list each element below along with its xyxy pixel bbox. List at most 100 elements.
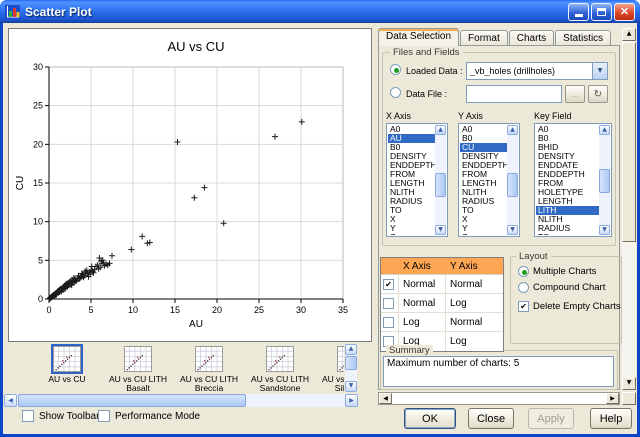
row-enabled-checkbox[interactable]: ✔	[383, 279, 394, 290]
tab-charts[interactable]: Charts	[509, 30, 554, 45]
radio-compound-chart[interactable]: Compound Chart	[518, 282, 622, 293]
scroll-thumb[interactable]	[622, 42, 636, 242]
apply-button[interactable]: Apply	[528, 408, 574, 429]
x-axis-listbox[interactable]: A0AUB0DENSITYENDDEPTHFROMLENGTHNLITHRADI…	[386, 123, 448, 237]
axis-table-row[interactable]: ✔ NormalNormal	[381, 275, 503, 294]
svg-text:30: 30	[296, 305, 306, 315]
chevron-down-icon[interactable]: ▼	[592, 63, 607, 79]
panel-hscrollbar[interactable]: ◀ ▶	[378, 392, 620, 405]
x-scale-cell[interactable]: Log	[399, 313, 446, 331]
y-axis-list-label: Y Axis	[458, 111, 483, 121]
tab-data-selection[interactable]: Data Selection	[378, 28, 459, 46]
scroll-down-icon[interactable]: ▼	[622, 377, 636, 390]
scroll-down-icon[interactable]: ▼	[345, 381, 357, 392]
help-button[interactable]: Help	[590, 408, 632, 429]
scroll-up-icon[interactable]: ▲	[345, 344, 357, 355]
scroll-thumb[interactable]	[18, 394, 246, 407]
option-label: Delete Empty Charts	[533, 301, 621, 312]
axis-table-row[interactable]: NormalLog	[381, 294, 503, 313]
show-toolbar-checkbox[interactable]	[22, 410, 34, 422]
scroll-thumb[interactable]	[435, 173, 446, 197]
scroll-right-icon[interactable]: ▶	[606, 393, 619, 404]
thumbnail-hscrollbar[interactable]: ◀ ▶	[4, 394, 358, 407]
scroll-down-icon[interactable]: ▼	[435, 225, 446, 235]
chart-panel: 05101520253035051015202530AU vs CUAUCU	[8, 28, 372, 342]
browse-button[interactable]: ...	[565, 85, 585, 103]
scroll-right-icon[interactable]: ▶	[345, 394, 358, 407]
list-item-y[interactable]: Y	[460, 224, 507, 233]
y-scale-cell[interactable]: Log	[446, 332, 503, 351]
thumbnail-au-vs-cu-lith-siltstone[interactable]: AU vs CU LITHSiltstone	[318, 344, 344, 392]
y-scale-cell[interactable]: Log	[446, 294, 503, 312]
thumbnail-caption: AU vs CU LITHBasalt	[109, 375, 167, 392]
summary-text-box[interactable]: Maximum number of charts: 5	[383, 356, 614, 387]
refresh-button[interactable]: ↻	[588, 85, 608, 103]
svg-text:AU: AU	[189, 319, 203, 330]
scroll-up-icon[interactable]: ▲	[435, 125, 446, 135]
svg-text:25: 25	[254, 305, 264, 315]
key-field-listbox[interactable]: A0B0BHIDDENSITYENDDATEENDDEPTHFROMHOLETY…	[534, 123, 612, 237]
list-item-z[interactable]: Z	[460, 233, 507, 235]
axis-scale-table: X Axis Y Axis ✔NormalNormalNormalLogLogN…	[380, 257, 504, 352]
minimize-button[interactable]	[568, 3, 589, 21]
scroll-thumb[interactable]	[599, 169, 610, 193]
key-field-list-scrollbar[interactable]: ▲ ▼	[599, 125, 610, 235]
x-scale-cell[interactable]: Normal	[399, 294, 446, 312]
checkbox-delete-empty-charts[interactable]: ✔ Delete Empty Charts	[518, 301, 622, 312]
radio-icon	[518, 282, 529, 293]
thumbnail-caption: AU vs CU LITHSandstone	[251, 375, 309, 392]
scroll-up-icon[interactable]: ▲	[507, 125, 518, 135]
thumbnail-au-vs-cu-lith-sandstone[interactable]: AU vs CU LITHSandstone	[247, 344, 313, 392]
performance-mode-checkbox[interactable]	[98, 410, 110, 422]
tab-statistics[interactable]: Statistics	[555, 30, 611, 45]
thumbnail-vscrollbar[interactable]: ▲ ▼	[345, 344, 357, 392]
list-item-y[interactable]: Y	[388, 224, 435, 233]
thumbnail-au-vs-cu-lith-breccia[interactable]: AU vs CU LITHBreccia	[176, 344, 242, 392]
y-axis-listbox[interactable]: A0B0CUDENSITYENDDEPTHFROMLENGTHNLITHRADI…	[458, 123, 520, 237]
scroll-thumb[interactable]	[507, 173, 518, 197]
scrollbar-corner	[622, 392, 636, 405]
tab-format[interactable]: Format	[460, 30, 508, 45]
y-axis-list-scrollbar[interactable]: ▲ ▼	[507, 125, 518, 235]
scroll-up-icon[interactable]: ▲	[599, 125, 610, 135]
row-enabled-checkbox[interactable]	[383, 317, 394, 328]
row-enabled-checkbox[interactable]	[383, 298, 394, 309]
close-button[interactable]: ✕	[614, 3, 635, 21]
list-item-z[interactable]: Z	[388, 233, 435, 235]
panel-vscrollbar[interactable]: ▲ ▼	[622, 28, 636, 390]
scroll-left-icon[interactable]: ◀	[379, 393, 392, 404]
radio-multiple-charts[interactable]: Multiple Charts	[518, 266, 622, 277]
data-file-label: Data File :	[406, 89, 447, 99]
y-scale-cell[interactable]: Normal	[446, 313, 503, 331]
performance-mode-label: Performance Mode	[115, 411, 200, 422]
close-button[interactable]: Close	[468, 408, 514, 429]
header-y-axis: Y Axis	[446, 261, 503, 272]
scroll-thumb[interactable]	[345, 356, 357, 370]
scroll-down-icon[interactable]: ▼	[507, 225, 518, 235]
checkbox-icon: ✔	[518, 301, 529, 312]
title-bar[interactable]: Scatter Plot ✕	[0, 0, 640, 23]
x-axis-list-scrollbar[interactable]: ▲ ▼	[435, 125, 446, 235]
close-icon: ✕	[620, 5, 629, 18]
x-scale-cell[interactable]: Normal	[399, 275, 446, 293]
mini-chart-icon	[195, 346, 223, 372]
maximize-button[interactable]	[591, 3, 612, 21]
list-item-to[interactable]: TO	[536, 233, 599, 235]
thumbnail-au-vs-cu[interactable]: AU vs CU	[34, 344, 100, 392]
ok-button[interactable]: OK	[404, 408, 456, 429]
thumbnail-au-vs-cu-lith-basalt[interactable]: AU vs CU LITHBasalt	[105, 344, 171, 392]
axis-table-row[interactable]: LogNormal	[381, 313, 503, 332]
svg-text:35: 35	[338, 305, 348, 315]
dialog-button-row: OK Close Apply Help	[404, 408, 632, 429]
data-file-input[interactable]	[466, 85, 562, 103]
loaded-data-radio[interactable]	[390, 64, 401, 75]
loaded-data-combobox[interactable]: _vb_holes (drillholes) ▼	[466, 62, 608, 80]
data-file-radio[interactable]	[390, 87, 401, 98]
svg-text:10: 10	[33, 217, 43, 227]
y-scale-cell[interactable]: Normal	[446, 275, 503, 293]
option-label: Multiple Charts	[533, 266, 596, 277]
summary-text: Maximum number of charts: 5	[387, 358, 519, 369]
scroll-up-icon[interactable]: ▲	[622, 28, 636, 41]
scroll-down-icon[interactable]: ▼	[599, 225, 610, 235]
scroll-left-icon[interactable]: ◀	[4, 394, 17, 407]
